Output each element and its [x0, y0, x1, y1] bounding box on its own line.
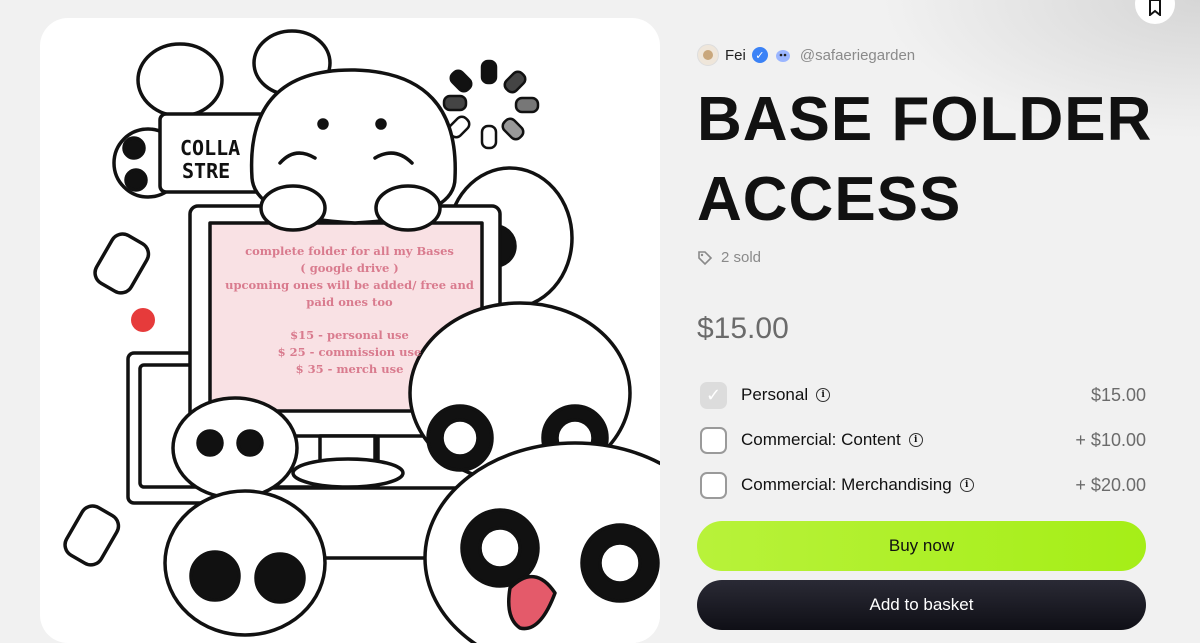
verified-check-icon: ✓ [751, 47, 768, 63]
sign-text-2: STRE [182, 159, 230, 183]
option-price: + $20.00 [1075, 474, 1146, 495]
check-icon: ✓ [705, 384, 722, 405]
option-label: Commercial: Merchandising [741, 475, 952, 494]
bookmark-button[interactable] [1135, 0, 1175, 24]
product-title: BASE FOLDER ACCESS [697, 80, 1157, 240]
info-icon[interactable]: i [959, 478, 974, 492]
info-icon[interactable]: i [816, 388, 831, 402]
product-price: $15.00 [697, 312, 789, 345]
product-title-line: ACCESS [697, 165, 962, 234]
cloud-creature-icon [775, 50, 790, 62]
license-option-personal[interactable]: ✓ Personal i $15.00 [700, 380, 1146, 410]
product-title-line: BASE FOLDER [697, 85, 1153, 154]
bookmark-icon [1149, 0, 1161, 16]
checkbox-personal[interactable]: ✓ [700, 381, 727, 409]
product-image: COLLA STRE complete folder for all my Ba… [40, 18, 660, 643]
screen-line: $ 25 - commission use [277, 345, 422, 359]
screen-line: complete folder for all my Bases [245, 244, 454, 258]
seller-name[interactable]: Fei [725, 47, 746, 64]
screen-line: ( google drive ) [300, 261, 399, 275]
tag-icon [698, 250, 713, 265]
seller-avatar[interactable] [697, 44, 719, 66]
checkbox-commercial-content[interactable] [700, 426, 727, 454]
screen-line: paid ones too [306, 295, 393, 309]
screen-line: $ 35 - merch use [295, 362, 404, 376]
option-price: + $10.00 [1075, 429, 1146, 450]
screen-line: $15 - personal use [290, 328, 409, 342]
sold-text: 2 sold [721, 249, 762, 266]
screen-line: upcoming ones will be added/ free and [225, 278, 474, 292]
info-icon[interactable]: i [908, 433, 923, 447]
sign-text-1: COLLA [180, 136, 240, 160]
seller-handle[interactable]: @safaeriegarden [800, 47, 915, 64]
option-label: Commercial: Content [741, 430, 901, 449]
checkbox-commercial-merchandising[interactable] [700, 471, 727, 499]
license-option-commercial-merchandising[interactable]: Commercial: Merchandising i + $20.00 [700, 470, 1146, 500]
add-to-basket-button[interactable]: Add to basket [697, 580, 1146, 630]
seller-info[interactable]: Fei ✓ @safaeriegarden [697, 44, 915, 66]
artwork-screen-text: complete folder for all my Bases ( googl… [222, 243, 477, 378]
sold-count: 2 sold [697, 249, 761, 266]
option-price: $15.00 [1090, 384, 1146, 405]
option-label: Personal [741, 385, 809, 404]
license-option-commercial-content[interactable]: Commercial: Content i + $10.00 [700, 425, 1146, 455]
buy-now-button[interactable]: Buy now [697, 521, 1146, 571]
